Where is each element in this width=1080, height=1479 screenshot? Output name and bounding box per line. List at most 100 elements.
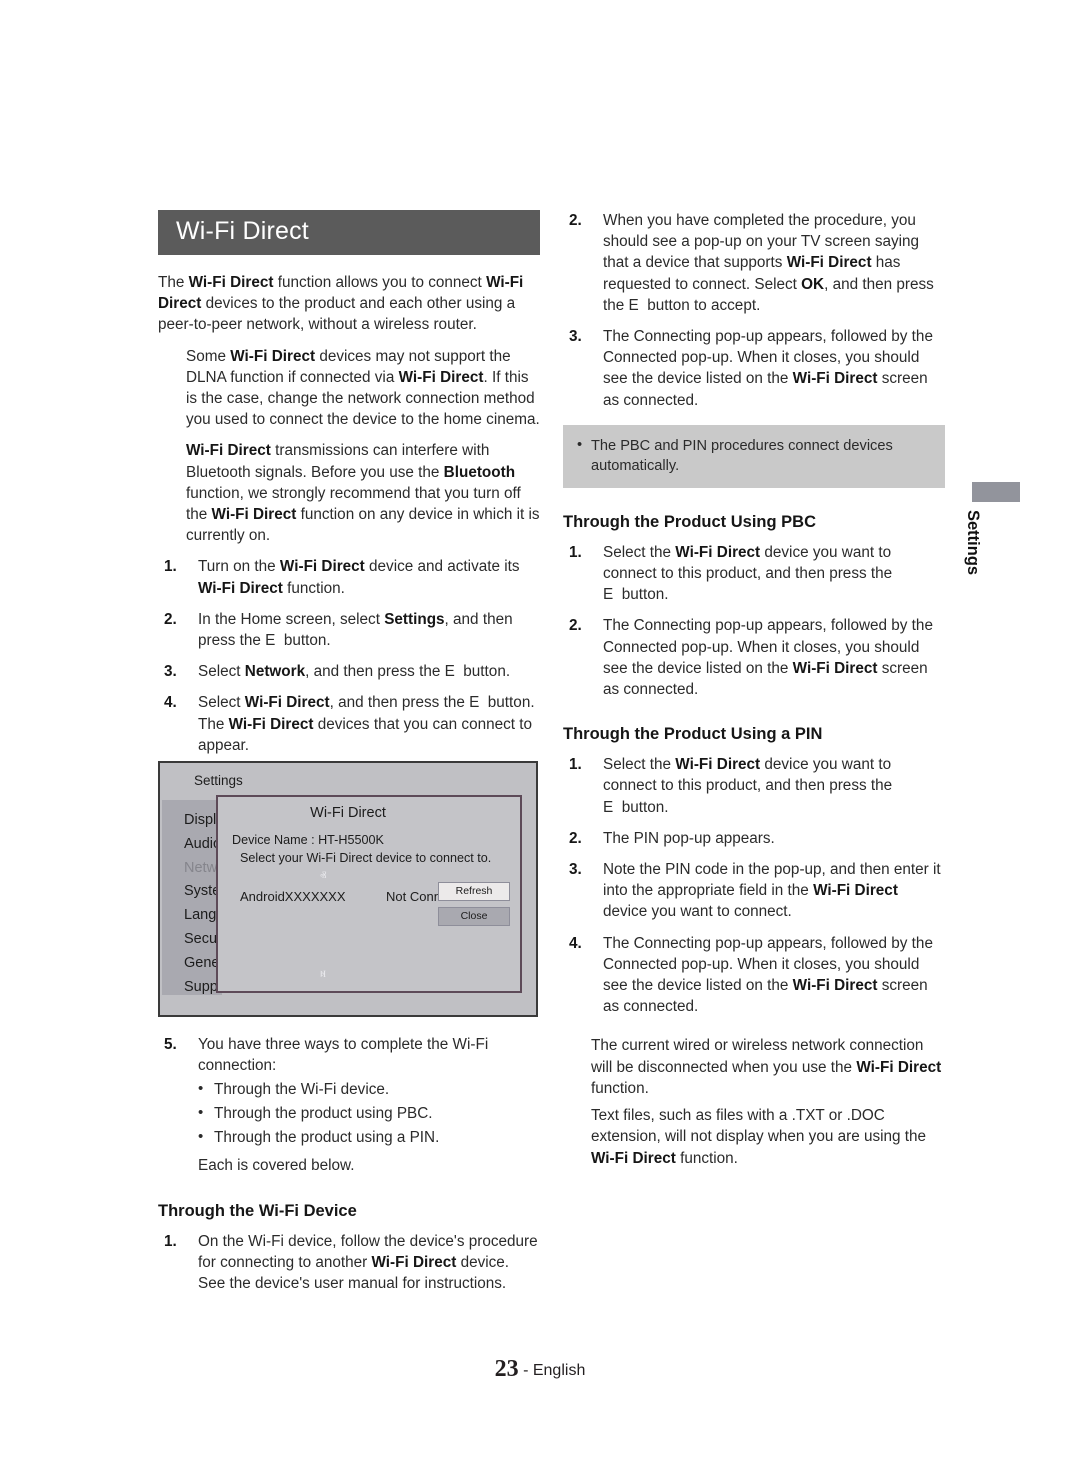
- step-text-pre: Select the: [603, 756, 676, 774]
- settings-screen-figure: Settings Display Audio Network System La…: [158, 761, 538, 1017]
- intro-bold-1: Wi-Fi Direct: [188, 274, 274, 291]
- step-number: 2.: [164, 610, 177, 628]
- step-text-pre: Select the: [603, 543, 676, 561]
- step-bold-1: Wi-Fi Direct: [792, 659, 878, 677]
- step-text-post: button.: [283, 632, 331, 650]
- step-text-pre: Select: [198, 663, 245, 681]
- enter-button-glyph: E: [628, 296, 639, 314]
- enter-button-glyph: E: [265, 632, 276, 650]
- enter-button-glyph: E: [603, 798, 614, 816]
- step-text-pre: Turn on the: [198, 558, 280, 576]
- popup-list-device-name[interactable]: AndroidXXXXXXX: [240, 889, 346, 904]
- note-text: The PBC and PIN procedures connect devic…: [575, 435, 933, 476]
- step-bold-1: Wi-Fi Direct: [675, 756, 761, 774]
- step-text-post: button.: [621, 586, 669, 604]
- enter-button-glyph: E: [603, 586, 614, 604]
- trailing-note-1-post: function.: [591, 1079, 649, 1097]
- page-number: 23: [494, 1356, 519, 1382]
- popup-title: Wi-Fi Direct: [310, 805, 386, 821]
- trailing-note-2-pre: Text files, such as files with a .TXT or…: [591, 1107, 927, 1146]
- note-paragraph-1: Some Wi-Fi Direct devices may not suppor…: [186, 346, 540, 431]
- scroll-down-icon[interactable]: ⱝ: [320, 968, 326, 981]
- step-text-post: button to accept.: [647, 296, 761, 314]
- note2-bold-1: Wi-Fi Direct: [186, 442, 271, 460]
- trailing-note-2-post: function.: [675, 1149, 738, 1167]
- footer-language: English: [532, 1362, 586, 1379]
- left-column: Wi-Fi Direct The Wi-Fi Direct function a…: [158, 210, 540, 1294]
- step-text-pre: Select: [198, 694, 245, 712]
- step-extra-bold: Wi-Fi Direct: [228, 715, 314, 733]
- side-index-tab-label: Settings: [964, 510, 982, 576]
- note2-bold-3: Wi-Fi Direct: [211, 506, 297, 524]
- step-item: 1. On the Wi-Fi device, follow the device…: [158, 1231, 540, 1295]
- step-item: 2. When you have completed the procedure,…: [563, 210, 945, 316]
- trailing-note-2-bold: Wi-Fi Direct: [591, 1149, 676, 1167]
- pbc-pin-note-box: The PBC and PIN procedures connect devic…: [563, 424, 945, 488]
- step-text-post: function.: [282, 579, 345, 597]
- step-number: 2.: [569, 617, 582, 635]
- note-paragraph-2: Wi-Fi Direct transmissions can interfere…: [186, 440, 540, 546]
- close-button[interactable]: Close: [438, 907, 510, 926]
- subheading-wifi-device: Through the Wi-Fi Device: [158, 1201, 357, 1220]
- step-item: 2. The Connecting pop-up appears, followe…: [563, 615, 945, 700]
- step-item: 4. Select Wi-Fi Direct, and then press th…: [158, 692, 540, 756]
- step-number: 1.: [569, 756, 582, 774]
- step-number: 1.: [164, 558, 177, 576]
- step-number: 2.: [569, 212, 582, 229]
- step-number: 2.: [569, 829, 582, 847]
- pin-steps-list: 1. Select the Wi-Fi Direct device you wan…: [563, 754, 945, 1017]
- section-title-bar: Wi-Fi Direct: [158, 210, 540, 255]
- trailing-note-1: The current wired or wireless network co…: [591, 1035, 945, 1099]
- step-bold-2: Wi-Fi Direct: [198, 579, 283, 597]
- intro-pre: The: [158, 274, 189, 291]
- step-bold-1: Wi-Fi Direct: [279, 558, 365, 576]
- trailing-note-1-bold: Wi-Fi Direct: [856, 1058, 942, 1076]
- step-bold-1: Wi-Fi Direct: [244, 694, 330, 712]
- subheading-pin: Through the Product Using a PIN: [563, 725, 823, 744]
- refresh-button[interactable]: Refresh: [438, 882, 510, 901]
- note1-pre: Some: [186, 347, 231, 365]
- step-number: 3.: [164, 663, 177, 681]
- step-item: 3. Select Network, and then press the Ebu…: [158, 661, 540, 682]
- enter-button-glyph: E: [444, 663, 455, 681]
- step-text-post: device you want to connect.: [603, 903, 792, 921]
- step-bold-1: Wi-Fi Direct: [792, 977, 878, 995]
- right-column: 2. When you have completed the procedure,…: [563, 210, 945, 1171]
- step-bold-1: Wi-Fi Direct: [813, 882, 898, 900]
- step-number: 4.: [569, 934, 582, 952]
- step-item: 2. The PIN pop-up appears.: [563, 828, 945, 849]
- note1-bold-2: Wi-Fi Direct: [398, 368, 484, 386]
- step-item: 1. Turn on the Wi-Fi Direct device and ac…: [158, 556, 540, 598]
- step-text-post: button.: [487, 694, 535, 712]
- step-text-pre: The PIN pop-up appears.: [603, 829, 775, 847]
- step-item: 1. Select the Wi-Fi Direct device you wan…: [563, 542, 945, 606]
- wifi-direct-popup: Wi-Fi Direct Device Name : HT-H5500K Sel…: [216, 795, 522, 993]
- figure-menu-title: Settings: [194, 773, 243, 788]
- step-number: 4.: [164, 694, 177, 712]
- wifi-device-steps: 1. On the Wi-Fi device, follow the device…: [158, 1231, 540, 1295]
- step-bold-1: Settings: [384, 610, 445, 628]
- step-text-mid: device and activate its: [364, 558, 520, 576]
- step-text-post: button.: [621, 798, 669, 816]
- intro-post: devices to the product and each other us…: [158, 295, 516, 334]
- step-number: 1.: [164, 1232, 177, 1250]
- section-title: Wi-Fi Direct: [176, 217, 309, 245]
- connection-methods: Through the Wi-Fi device. Through the pr…: [198, 1077, 540, 1150]
- intro-paragraph: The Wi-Fi Direct function allows you to …: [158, 272, 540, 336]
- continued-steps-list: 2. When you have completed the procedure,…: [563, 210, 945, 411]
- intro-mid: function allows you to connect: [273, 274, 487, 291]
- step-bold-1: Network: [244, 663, 306, 681]
- setup-steps-list: 1. Turn on the Wi-Fi Direct device and ac…: [158, 556, 540, 756]
- step-text-pre: In the Home screen, select: [198, 610, 385, 628]
- step-item: 3. The Connecting pop-up appears, followe…: [563, 326, 945, 411]
- step-number: 1.: [569, 543, 582, 561]
- step-number: 5.: [164, 1036, 177, 1054]
- scroll-up-icon[interactable]: ⱏ: [320, 869, 326, 882]
- page-footer: 23 - English: [0, 1356, 1080, 1383]
- list-item: Through the Wi-Fi device.: [198, 1077, 540, 1102]
- popup-hint: Select your Wi-Fi Direct device to conne…: [240, 851, 492, 865]
- subheading-pbc: Through the Product Using PBC: [563, 512, 816, 531]
- footer-separator: -: [518, 1362, 533, 1379]
- step-text-post: button.: [463, 663, 511, 681]
- step-item: 2. In the Home screen, select Settings, a…: [158, 609, 540, 651]
